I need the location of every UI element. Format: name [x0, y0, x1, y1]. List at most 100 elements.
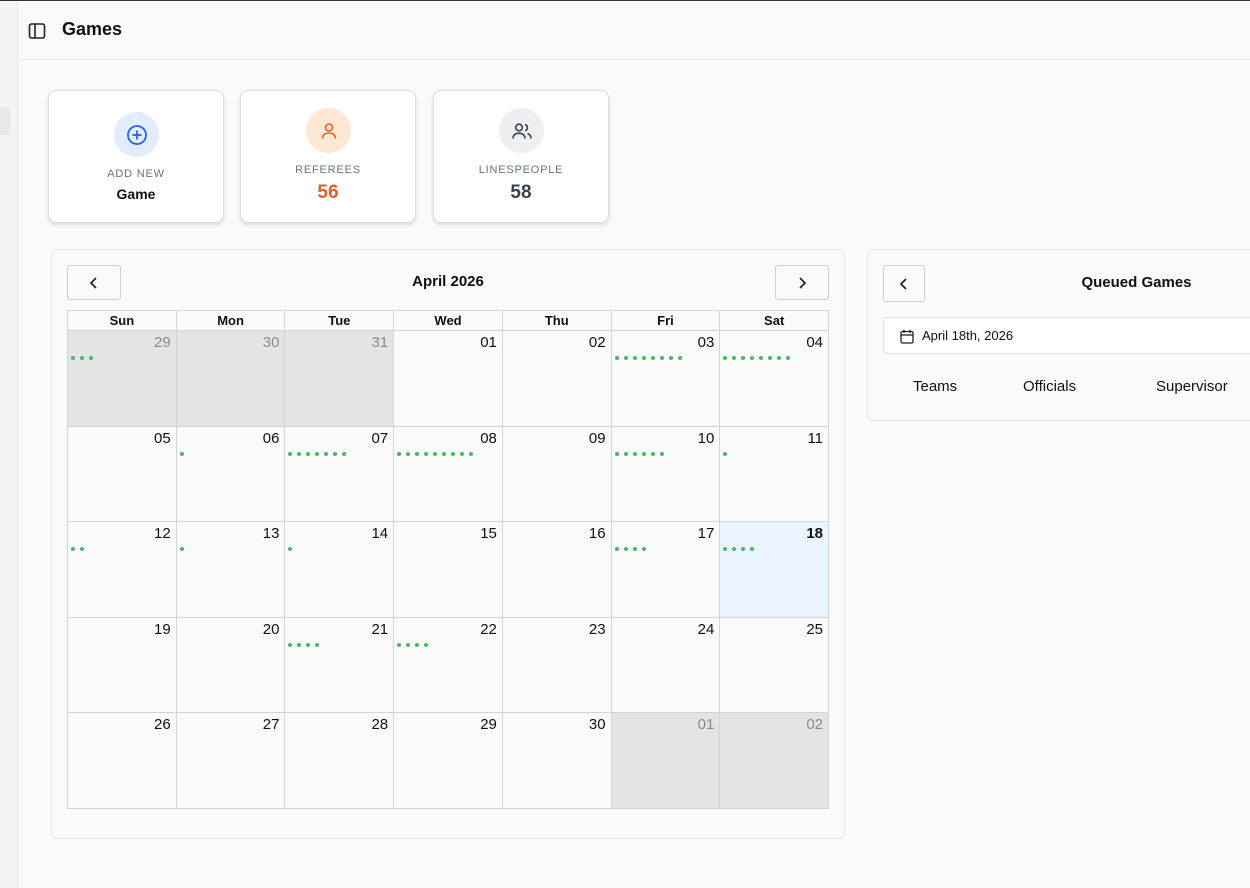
calendar-day-cell[interactable]: 29 — [394, 713, 503, 809]
calendar-day-cell[interactable]: 05 — [68, 426, 177, 523]
game-dot — [777, 356, 782, 360]
calendar-day-cell[interactable]: 16 — [502, 522, 612, 618]
day-number: 29 — [480, 716, 497, 734]
game-dot — [306, 451, 311, 456]
calendar-day-cell[interactable]: 27 — [176, 713, 286, 809]
day-number: 02 — [588, 334, 606, 351]
day-number: 24 — [697, 620, 715, 638]
day-of-week-header: Tue — [285, 311, 395, 331]
calendar-day-cell[interactable]: 13 — [176, 522, 286, 618]
game-indicator-dots — [179, 545, 189, 552]
calendar-day-cell[interactable]: 08 — [394, 426, 503, 523]
game-dot — [406, 451, 411, 456]
add-new-game-card[interactable]: ADD NEW Game — [48, 90, 224, 223]
game-dot — [632, 547, 637, 552]
calendar-day-cell[interactable]: 11 — [720, 426, 830, 523]
day-number: 30 — [588, 716, 606, 734]
queued-games-title: Queued Games — [1081, 274, 1192, 291]
calendar-day-cell[interactable]: 03 — [611, 331, 721, 427]
calendar-day-cell[interactable]: 02 — [720, 713, 830, 809]
day-of-week-header: Sun — [68, 311, 177, 331]
left-sidebar-rail — [0, 1, 18, 888]
page-title: Games — [62, 19, 123, 39]
calendar-day-cell[interactable]: 02 — [502, 331, 612, 427]
calendar-day-cell[interactable]: 31 — [285, 331, 395, 427]
game-dot — [315, 451, 320, 456]
calendar-day-cell[interactable]: 23 — [502, 617, 612, 714]
calendar-day-cell[interactable]: 04 — [720, 331, 830, 427]
game-dot — [424, 642, 429, 647]
calendar-day-cell[interactable]: 15 — [394, 522, 503, 618]
calendar-day-cell[interactable]: 12 — [68, 522, 177, 618]
game-dot — [641, 547, 646, 552]
game-dot — [179, 547, 184, 552]
calendar-day-cell[interactable]: 30 — [502, 713, 612, 809]
linespeople-count: 58 — [510, 182, 532, 203]
referees-count: 56 — [317, 182, 339, 203]
game-dot — [677, 356, 682, 360]
game-dot — [179, 451, 184, 456]
game-dot — [71, 547, 75, 552]
day-number: 29 — [154, 334, 171, 351]
game-dot — [632, 451, 637, 456]
column-header-supervisor[interactable]: Supervisor — [1156, 378, 1228, 395]
referees-card[interactable]: REFEREES 56 — [240, 90, 416, 223]
day-of-week-header: Mon — [176, 311, 286, 331]
game-dot — [659, 451, 664, 456]
calendar-day-cell[interactable]: 29 — [68, 331, 177, 427]
calendar-week-row: 12 13 14 15 16 17 18 — [68, 522, 830, 618]
day-number: 26 — [154, 716, 171, 734]
selected-date: April 18th, 2026 — [922, 328, 1014, 343]
calendar-day-cell[interactable]: 10 — [611, 426, 721, 523]
queue-back-button[interactable] — [883, 265, 925, 302]
calendar-day-cell[interactable]: 25 — [720, 617, 830, 714]
calendar-day-cell[interactable]: 20 — [176, 617, 286, 714]
game-dot — [623, 451, 628, 456]
calendar-grid: Sun Mon Tue Wed Thu Fri Sat 29 30 31 01 02 03 04 05 06 0… — [67, 310, 830, 809]
calendar-day-cell[interactable]: 01 — [394, 331, 503, 427]
calendar-day-cell[interactable]: 06 — [176, 426, 286, 523]
next-month-button[interactable] — [775, 265, 829, 300]
game-dot — [415, 451, 420, 456]
linespeople-card[interactable]: LINESPEOPLE 58 — [433, 90, 609, 223]
game-dot — [759, 356, 764, 360]
date-picker-button[interactable]: April 18th, 2026 — [883, 317, 1250, 354]
calendar-day-cell[interactable]: 24 — [611, 617, 721, 714]
calendar-day-cell[interactable]: 14 — [285, 522, 395, 618]
game-dot — [614, 547, 619, 552]
linespeople-label: LINESPEOPLE — [478, 164, 564, 176]
day-number: 14 — [371, 525, 389, 543]
game-dot — [786, 356, 791, 360]
sidebar-toggle-icon[interactable] — [27, 21, 47, 41]
column-header-teams[interactable]: Teams — [913, 378, 957, 395]
prev-month-button[interactable] — [67, 265, 121, 300]
page-header: Games — [18, 1, 1250, 60]
calendar-day-cell[interactable]: 21 — [285, 617, 395, 714]
day-number: 18 — [806, 525, 824, 543]
game-indicator-dots — [397, 450, 478, 456]
game-dot — [668, 356, 673, 360]
calendar-day-cell[interactable]: 01 — [611, 713, 721, 809]
day-number: 02 — [806, 716, 824, 734]
day-number: 13 — [262, 525, 280, 543]
day-number: 15 — [480, 525, 497, 543]
game-dot — [315, 642, 320, 647]
day-number: 23 — [588, 620, 606, 638]
game-dot — [641, 451, 646, 456]
calendar-day-cell[interactable]: 22 — [394, 617, 503, 714]
day-of-week-header-row: Sun Mon Tue Wed Thu Fri Sat — [68, 311, 830, 331]
day-number: 04 — [806, 334, 824, 351]
chevron-left-icon — [899, 277, 907, 290]
calendar-day-cell[interactable]: 17 — [611, 522, 721, 618]
calendar-day-cell[interactable]: 30 — [176, 331, 286, 427]
sidebar-active-marker — [0, 107, 10, 135]
column-header-officials[interactable]: Officials — [1023, 378, 1076, 395]
calendar-day-cell[interactable]: 26 — [68, 713, 177, 809]
calendar-day-cell[interactable]: 19 — [68, 617, 177, 714]
calendar-day-cell[interactable]: 07 — [285, 426, 395, 523]
calendar-day-cell[interactable]: 28 — [285, 713, 395, 809]
day-number: 27 — [262, 716, 280, 734]
calendar-day-cell-selected[interactable]: 18 — [720, 522, 830, 618]
game-dot — [623, 356, 628, 360]
calendar-day-cell[interactable]: 09 — [502, 426, 612, 523]
